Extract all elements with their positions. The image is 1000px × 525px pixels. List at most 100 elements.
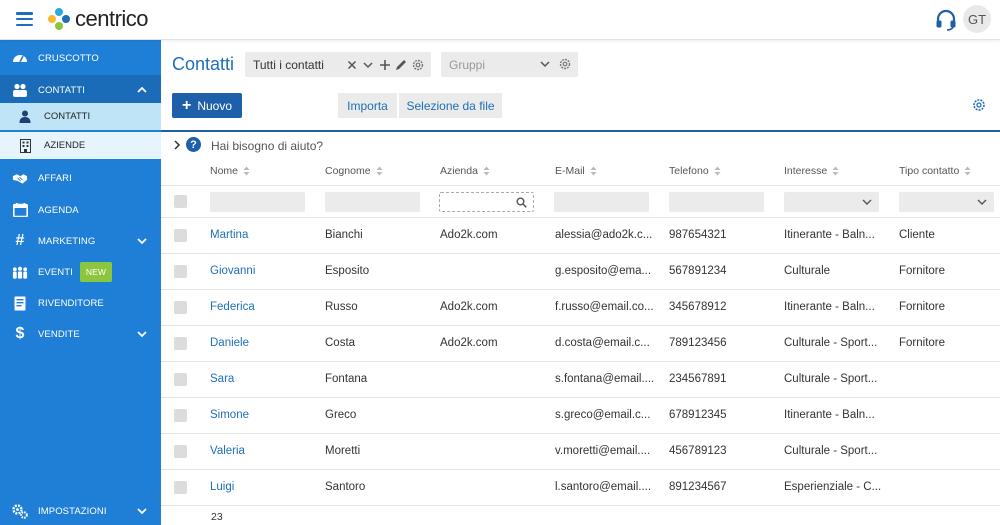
column-header-tipo-contatto[interactable]: Tipo contatto: [899, 165, 971, 177]
column-header-cognome[interactable]: Cognome: [325, 165, 383, 177]
groups-select[interactable]: Gruppi: [441, 52, 578, 77]
gear-icon[interactable]: [411, 58, 425, 72]
table-row[interactable]: Federica Russo Ado2k.com f.russo@email.co..…: [161, 290, 1000, 326]
user-avatar[interactable]: GT: [963, 5, 991, 33]
sidebar-subitem-contatti[interactable]: CONTATTI: [0, 103, 161, 130]
headset-support-icon[interactable]: [934, 9, 958, 31]
new-button-label: Nuovo: [197, 98, 233, 113]
calendar-icon: [12, 202, 28, 218]
sidebar-subitem-aziende[interactable]: AZIENDE: [0, 132, 161, 159]
cell-nome[interactable]: Luigi: [210, 481, 315, 493]
sidebar-item-label: MARKETING: [38, 235, 96, 247]
sidebar-item-agenda[interactable]: AGENDA: [0, 196, 161, 224]
cell-tipo-contatto: Fornitore: [899, 265, 946, 277]
gear-icon[interactable]: [558, 57, 572, 71]
sidebar-item-impostazioni[interactable]: IMPOSTAZIONI: [0, 497, 161, 525]
row-checkbox[interactable]: [174, 373, 187, 386]
table-row[interactable]: Daniele Costa Ado2k.com d.costa@email.c... 7…: [161, 326, 1000, 362]
sidebar-item-eventi[interactable]: EVENTI NEW: [0, 258, 161, 286]
import-button[interactable]: Importa: [338, 93, 397, 118]
handshake-icon: [12, 170, 28, 186]
from-file-button[interactable]: Selezione da file: [398, 93, 502, 118]
table-row[interactable]: Giovanni Esposito g.esposito@ema... 5678912…: [161, 254, 1000, 290]
chevron-down-icon[interactable]: [361, 58, 375, 72]
view-select[interactable]: Tutti i contatti: [245, 52, 431, 77]
sort-icon: [483, 166, 490, 176]
page-title: Contatti: [172, 54, 235, 74]
row-checkbox[interactable]: [174, 337, 187, 350]
plus-icon[interactable]: [378, 58, 392, 72]
sidebar-item-marketing[interactable]: # MARKETING: [0, 227, 161, 255]
row-checkbox[interactable]: [174, 445, 187, 458]
groups-select-placeholder: Gruppi: [449, 58, 486, 72]
chevron-down-icon[interactable]: [137, 506, 147, 516]
edit-pencil-icon[interactable]: [394, 58, 408, 72]
filter-nome-input[interactable]: [210, 192, 305, 212]
column-header-telefono[interactable]: Telefono: [669, 165, 721, 177]
sort-icon: [590, 166, 597, 176]
help-row[interactable]: ? Hai bisogno di aiuto?: [161, 136, 1000, 156]
sidebar-item-cruscotto[interactable]: CRUSCOTTO: [0, 44, 161, 72]
cell-telefono: 789123456: [669, 337, 727, 349]
cell-cognome: Esposito: [325, 265, 370, 277]
dashboard-icon: [12, 50, 28, 66]
table-row[interactable]: Martina Bianchi Ado2k.com alessia@ado2k.c..…: [161, 218, 1000, 254]
column-header-interesse[interactable]: Interesse: [784, 165, 839, 177]
cell-telefono: 678912345: [669, 409, 727, 421]
cell-nome[interactable]: Martina: [210, 229, 315, 241]
cell-email: d.costa@email.c...: [555, 337, 650, 349]
filter-email-input[interactable]: [554, 192, 649, 212]
sidebar-item-vendite[interactable]: $ VENDITE: [0, 320, 161, 348]
sidebar-item-label: IMPOSTAZIONI: [38, 505, 107, 517]
table-row[interactable]: Sara Fontana s.fontana@email.... 234567891 C…: [161, 362, 1000, 398]
row-checkbox[interactable]: [174, 409, 187, 422]
filter-cognome-input[interactable]: [325, 192, 420, 212]
chevron-right-icon[interactable]: [173, 140, 181, 150]
table-header: Nome Cognome Azienda E-Mail Telefono Int…: [161, 158, 1000, 186]
sidebar-item-contatti[interactable]: CONTATTI: [0, 75, 161, 105]
chevron-down-icon[interactable]: [137, 329, 147, 339]
cell-nome[interactable]: Simone: [210, 409, 315, 421]
row-checkbox[interactable]: [174, 481, 187, 494]
column-header-azienda[interactable]: Azienda: [440, 165, 490, 177]
cell-nome[interactable]: Valeria: [210, 445, 315, 457]
table-row[interactable]: Simone Greco s.greco@email.c... 678912345 It…: [161, 398, 1000, 434]
cell-cognome: Fontana: [325, 373, 368, 385]
cogs-icon: [12, 503, 28, 519]
sidebar-item-rivenditore[interactable]: RIVENDITORE: [0, 289, 161, 317]
filter-azienda-search[interactable]: [439, 192, 534, 212]
column-header-email[interactable]: E-Mail: [555, 165, 597, 177]
sidebar-item-affari[interactable]: AFFARI: [0, 164, 161, 192]
select-all-checkbox[interactable]: [174, 195, 187, 208]
column-header-nome[interactable]: Nome: [210, 165, 250, 177]
view-select-value: Tutti i contatti: [253, 57, 324, 72]
chevron-up-icon[interactable]: [137, 85, 147, 95]
cell-cognome: Moretti: [325, 445, 361, 457]
row-checkbox[interactable]: [174, 265, 187, 278]
cell-telefono: 891234567: [669, 481, 727, 493]
filter-interesse-select[interactable]: [784, 192, 879, 212]
cell-cognome: Greco: [325, 409, 357, 421]
cell-nome[interactable]: Federica: [210, 301, 315, 313]
cell-nome[interactable]: Sara: [210, 373, 315, 385]
sidebar-item-label: VENDITE: [38, 328, 80, 340]
cell-nome[interactable]: Giovanni: [210, 265, 315, 277]
table-row[interactable]: Luigi Santoro l.santoro@email.... 891234567…: [161, 470, 1000, 506]
person-icon: [18, 110, 32, 124]
help-text[interactable]: Hai bisogno di aiuto?: [211, 139, 323, 153]
chevron-down-icon[interactable]: [137, 236, 147, 246]
table-row[interactable]: Valeria Moretti v.moretti@email.... 4567891…: [161, 434, 1000, 470]
row-checkbox[interactable]: [174, 301, 187, 314]
new-button[interactable]: + Nuovo: [172, 93, 242, 118]
clear-icon[interactable]: [345, 58, 359, 72]
hamburger-menu-icon[interactable]: [16, 12, 33, 26]
row-checkbox[interactable]: [174, 229, 187, 242]
chevron-down-icon[interactable]: [538, 57, 552, 71]
filter-telefono-input[interactable]: [669, 192, 764, 212]
gear-icon[interactable]: [972, 98, 986, 112]
brand-logo[interactable]: centrico: [46, 6, 149, 32]
cell-nome[interactable]: Daniele: [210, 337, 315, 349]
cell-telefono: 567891234: [669, 265, 727, 277]
cell-email: alessia@ado2k.c...: [555, 229, 653, 241]
filter-tipo-contatto-select[interactable]: [899, 192, 994, 212]
